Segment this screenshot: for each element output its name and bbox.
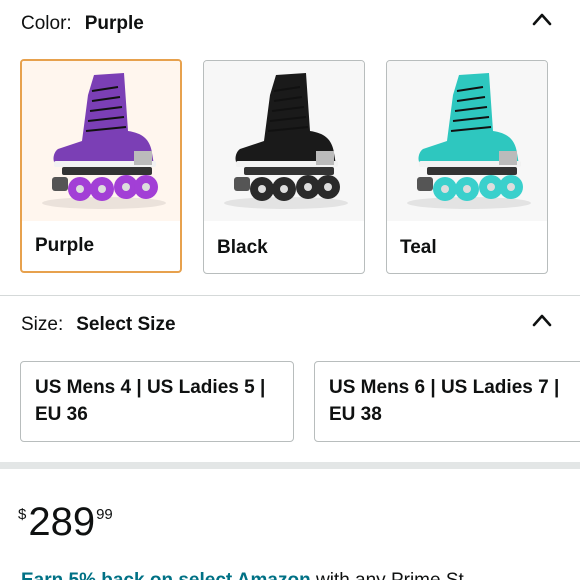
size-selected-value: Select Size (76, 314, 176, 335)
color-option-purple[interactable]: Purple (20, 59, 182, 273)
size-option-line: EU 38 (329, 404, 382, 425)
price: $ 289 99 (18, 500, 113, 544)
size-header: Size: Select Size (21, 314, 176, 336)
color-header: Color: Purple (21, 13, 144, 35)
color-label: Color: (21, 13, 72, 34)
promo-text: Earn 5% back on select Amazon with any P… (21, 570, 464, 580)
color-selected-value: Purple (84, 13, 144, 34)
color-option-label: Teal (400, 237, 437, 258)
teal-skate-image (387, 61, 547, 221)
color-option-black[interactable]: Black (203, 60, 365, 274)
roller-skate-icon (224, 73, 348, 209)
chevron-up-icon[interactable] (532, 12, 552, 26)
section-divider (0, 295, 580, 296)
size-option-button[interactable]: US Mens 6 | US Ladies 7 | EU 38 (314, 361, 580, 442)
price-fraction: 99 (96, 506, 113, 523)
price-whole: 289 (28, 500, 96, 544)
roller-skate-icon (407, 73, 531, 209)
price-currency-symbol: $ (18, 506, 27, 523)
promo-link[interactable]: Earn 5% back on select Amazon (21, 570, 311, 580)
size-option-line: EU 36 (35, 404, 88, 425)
size-option-line: US Mens 6 | US Ladies 7 | (329, 377, 560, 398)
color-option-teal[interactable]: Teal (386, 60, 548, 274)
chevron-up-icon[interactable] (532, 313, 552, 327)
size-option-button[interactable]: US Mens 4 | US Ladies 5 | EU 36 (20, 361, 294, 442)
black-skate-image (204, 61, 364, 221)
color-option-label: Purple (35, 235, 95, 256)
purple-skate-image (22, 61, 180, 221)
size-option-line: US Mens 4 | US Ladies 5 | (35, 377, 266, 398)
roller-skate-icon (42, 73, 166, 209)
promo-rest: with any Prime St (311, 570, 464, 580)
section-divider (0, 462, 580, 469)
size-label: Size: (21, 314, 64, 335)
color-option-label: Black (217, 237, 268, 258)
